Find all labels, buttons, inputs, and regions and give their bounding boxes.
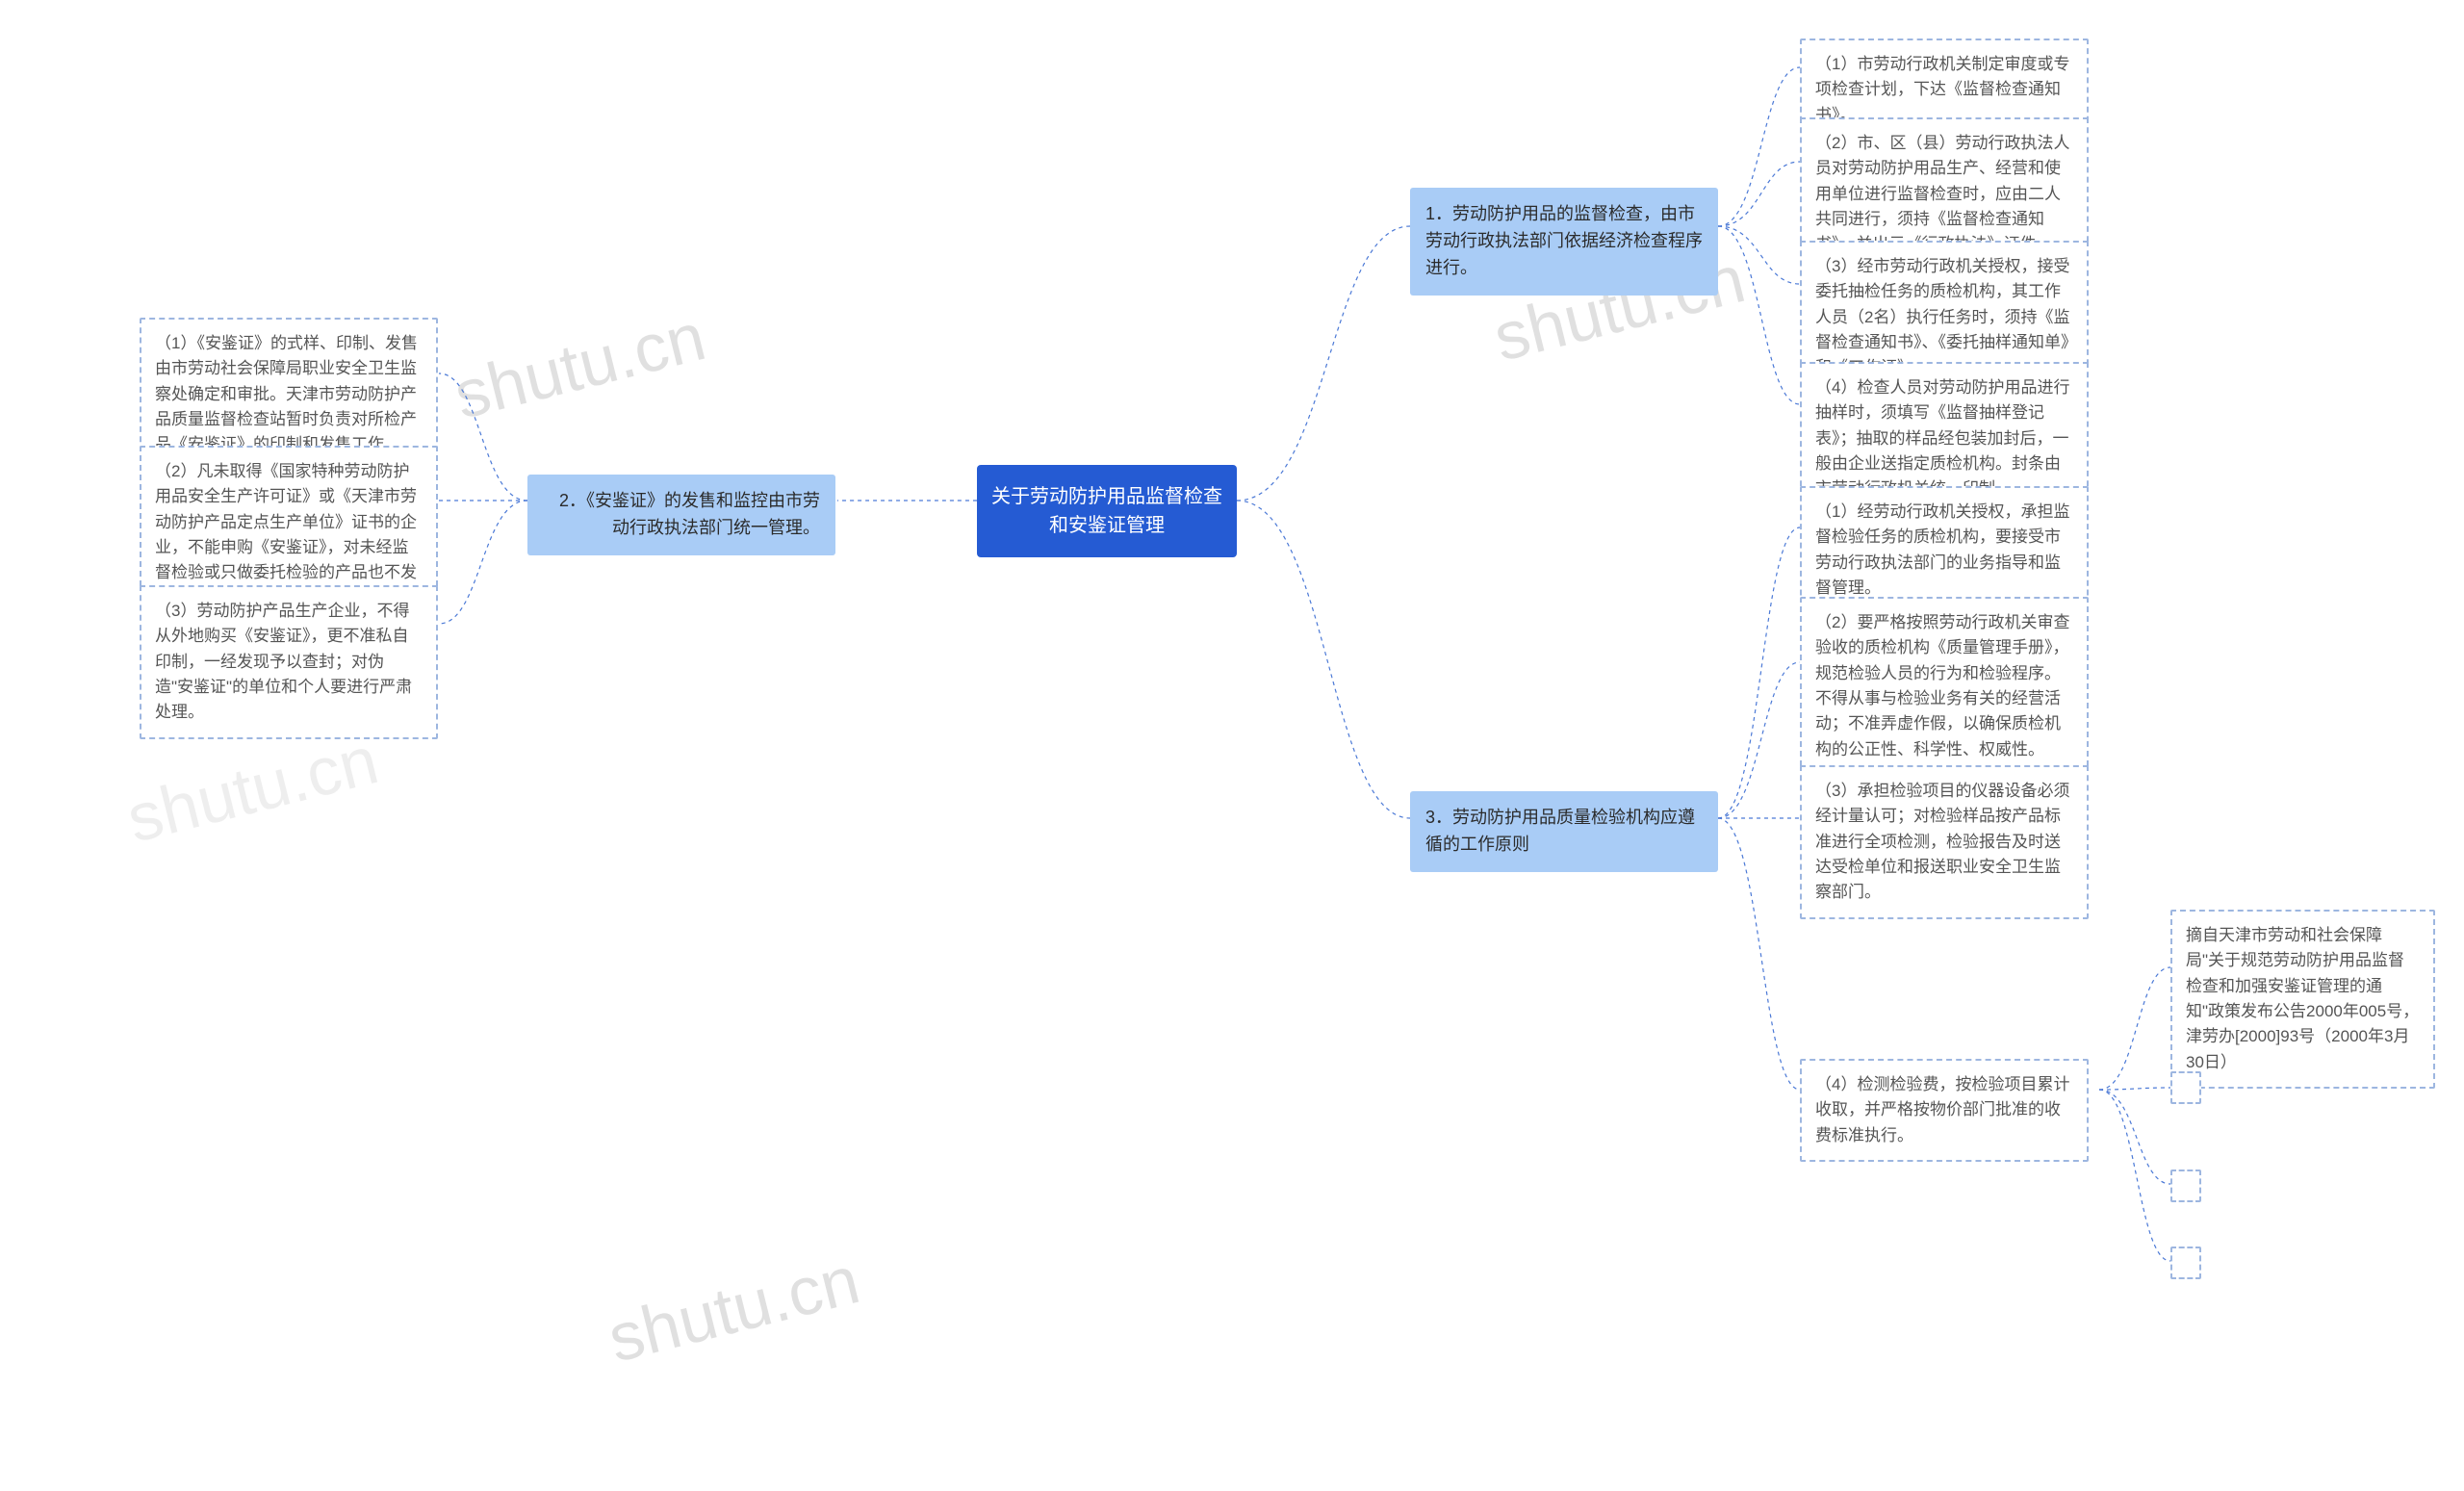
leaf-left-3: （3）劳动防护产品生产企业，不得从外地购买《安鉴证》，更不准私自印制，一经发现予… [140,585,438,739]
leaf-r2-1: （1）经劳动行政机关授权，承担监督检验任务的质检机构，要接受市劳动行政执法部门的… [1800,486,2089,614]
watermark: shutu.cn [119,721,385,858]
branch-right-2: 3．劳动防护用品质量检验机构应遵循的工作原则 [1410,791,1718,872]
mindmap-root: 关于劳动防护用品监督检查和安鉴证管理 [977,465,1237,557]
watermark: shutu.cn [447,297,712,434]
leaf-r2-2: （2）要严格按照劳动行政机关审查验收的质检机构《质量管理手册》，规范检验人员的行… [1800,597,2089,776]
empty-node-2 [2170,1170,2201,1202]
connectors [0,0,2464,1491]
empty-node-3 [2170,1247,2201,1279]
leaf-r2-4: （4）检测检验费，按检验项目累计收取，并严格按物价部门批准的收费标准执行。 [1800,1059,2089,1162]
branch-left: 2．《安鉴证》的发售和监控由市劳动行政执法部门统一管理。 [527,475,835,555]
branch-right-1: 1．劳动防护用品的监督检查，由市劳动行政执法部门依据经济检查程序进行。 [1410,188,1718,296]
empty-node-1 [2170,1071,2201,1104]
leaf-r2-3: （3）承担检验项目的仪器设备必须经计量认可；对检验样品按产品标准进行全项检测，检… [1800,765,2089,919]
leaf-citation: 摘自天津市劳动和社会保障局"关于规范劳动防护用品监督检查和加强安鉴证管理的通知"… [2170,910,2435,1089]
watermark: shutu.cn [601,1241,866,1377]
